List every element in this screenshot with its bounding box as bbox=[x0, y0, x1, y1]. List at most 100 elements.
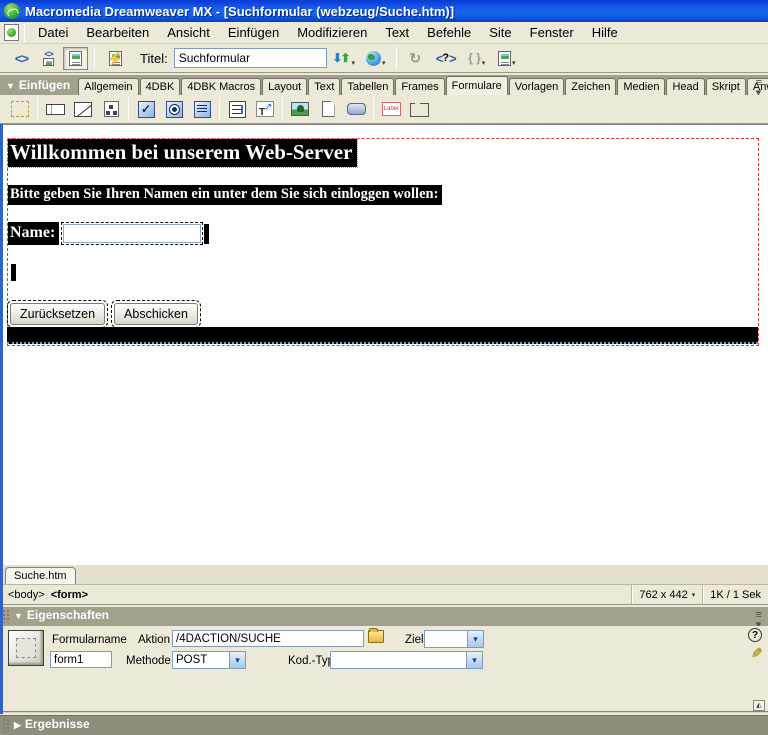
form-buttons-row: Zurücksetzen Abschicken bbox=[10, 303, 207, 325]
fieldset-icon[interactable] bbox=[407, 97, 431, 121]
reset-button[interactable]: Zurücksetzen bbox=[10, 303, 105, 325]
tab-vorlagen[interactable]: Vorlagen bbox=[509, 78, 564, 95]
status-bar: <body> <form> 762 x 442▾ 1K / 1 Sek bbox=[0, 585, 768, 605]
tab-head[interactable]: Head bbox=[666, 78, 704, 95]
tag-selector: <body> <form> bbox=[0, 589, 88, 601]
action-label: Aktion bbox=[138, 634, 170, 646]
view-options-icon[interactable]: ▾ bbox=[492, 47, 522, 70]
selected-empty-line-mark bbox=[11, 264, 16, 281]
split-view-icon[interactable]: <> bbox=[36, 47, 61, 70]
insert-tools-row bbox=[0, 95, 768, 124]
live-data-view-icon[interactable]: ⚡ bbox=[101, 47, 129, 70]
tab-4dbk-macros[interactable]: 4DBK Macros bbox=[181, 78, 261, 95]
enctype-select[interactable] bbox=[330, 651, 483, 669]
checkbox-icon[interactable] bbox=[134, 97, 158, 121]
menu-einfuegen[interactable]: Einfügen bbox=[219, 23, 288, 42]
jump-menu-icon[interactable] bbox=[225, 97, 249, 121]
code-view-icon[interactable]: <> bbox=[9, 47, 34, 70]
tab-formulare[interactable]: Formulare bbox=[446, 76, 508, 95]
code-navigation-icon[interactable]: { }▾ bbox=[464, 47, 490, 70]
menu-text[interactable]: Text bbox=[376, 23, 418, 42]
properties-panel-title[interactable]: ▼Eigenschaften bbox=[14, 608, 109, 622]
insert-panel-title[interactable]: ▼Einfügen bbox=[6, 78, 70, 92]
properties-panel-body: Formularname Aktion Ziel Methode POST Ko… bbox=[0, 626, 768, 699]
target-select[interactable] bbox=[424, 630, 484, 648]
window-size-selector[interactable]: 762 x 442▾ bbox=[631, 585, 702, 604]
document-toolbar: <> <> ⚡ Titel: ⬇⬆▾ ▾ ↻ <?> { }▾ ▾ bbox=[0, 44, 768, 73]
tab-layout[interactable]: Layout bbox=[262, 78, 307, 95]
tab-skript[interactable]: Skript bbox=[706, 78, 746, 95]
refresh-icon[interactable]: ↻ bbox=[403, 47, 428, 70]
results-panel-title[interactable]: ▶Ergebnisse bbox=[14, 717, 90, 731]
reference-icon[interactable]: <?> bbox=[430, 47, 462, 70]
tab-text[interactable]: Text bbox=[308, 78, 340, 95]
panel-gripper[interactable] bbox=[2, 718, 10, 732]
menu-ansicht[interactable]: Ansicht bbox=[158, 23, 219, 42]
file-management-icon[interactable]: ⬇⬆▾ bbox=[328, 47, 360, 70]
preview-in-browser-icon[interactable]: ▾ bbox=[362, 47, 390, 70]
menu-hilfe[interactable]: Hilfe bbox=[583, 23, 627, 42]
label-icon[interactable] bbox=[379, 97, 403, 121]
image-field-icon[interactable] bbox=[288, 97, 312, 121]
collapse-arrow-icon: ▼ bbox=[6, 81, 15, 91]
tab-medien[interactable]: Medien bbox=[617, 78, 665, 95]
tab-frames[interactable]: Frames bbox=[395, 78, 444, 95]
generic-button-icon[interactable] bbox=[344, 97, 368, 121]
submit-button[interactable]: Abschicken bbox=[114, 303, 198, 325]
selected-paragraph-bar bbox=[7, 327, 758, 344]
menu-separator bbox=[24, 24, 25, 42]
menu-site[interactable]: Site bbox=[480, 23, 520, 42]
file-field-icon[interactable] bbox=[253, 97, 277, 121]
collapse-arrow-icon: ▼ bbox=[14, 611, 23, 621]
tab-tabellen[interactable]: Tabellen bbox=[341, 78, 394, 95]
panel-gripper[interactable] bbox=[2, 609, 10, 623]
menu-befehle[interactable]: Befehle bbox=[418, 23, 480, 42]
browse-folder-icon[interactable] bbox=[368, 630, 384, 643]
file-button-icon[interactable] bbox=[316, 97, 340, 121]
tag-body[interactable]: <body> bbox=[8, 589, 45, 601]
expand-arrow-icon: ▶ bbox=[14, 720, 21, 730]
method-label: Methode bbox=[126, 655, 171, 667]
tool-separator bbox=[373, 97, 374, 121]
properties-panel-footer: ◭ bbox=[0, 699, 768, 713]
help-icon[interactable]: ? bbox=[748, 628, 762, 642]
text-field-icon[interactable] bbox=[43, 97, 67, 121]
selection-mark bbox=[204, 224, 209, 244]
properties-panel-header: ▼Eigenschaften ≡▾ bbox=[0, 607, 768, 626]
tool-separator bbox=[282, 97, 283, 121]
tab-zeichen[interactable]: Zeichen bbox=[565, 78, 616, 95]
panel-expander-icon[interactable]: ◭ bbox=[753, 700, 765, 711]
textarea-icon[interactable] bbox=[71, 97, 95, 121]
name-field-row: Name: bbox=[8, 222, 209, 245]
design-view-canvas[interactable]: Willkommen bei unserem Web-Server Bitte … bbox=[0, 124, 768, 565]
intro-text-selected: Bitte geben Sie Ihren Namen ein unter de… bbox=[8, 185, 442, 205]
document-title-input[interactable] bbox=[174, 48, 327, 68]
quick-tag-edit-icon[interactable]: ✎ bbox=[751, 645, 763, 662]
menu-datei[interactable]: Datei bbox=[29, 23, 77, 42]
document-tab-row: Suche.htm bbox=[0, 565, 768, 585]
form-name-input[interactable] bbox=[50, 651, 112, 668]
form-icon[interactable] bbox=[8, 97, 32, 121]
hidden-field-icon[interactable] bbox=[99, 97, 123, 121]
menu-bearbeiten[interactable]: Bearbeiten bbox=[77, 23, 158, 42]
form-element-icon bbox=[8, 630, 44, 666]
document-icon bbox=[4, 24, 19, 41]
file-tab-suche[interactable]: Suche.htm bbox=[5, 567, 76, 584]
toolbar-separator bbox=[94, 47, 95, 69]
action-input[interactable] bbox=[172, 630, 364, 647]
menu-fenster[interactable]: Fenster bbox=[521, 23, 583, 42]
menu-modifizieren[interactable]: Modifizieren bbox=[288, 23, 376, 42]
tool-separator bbox=[219, 97, 220, 121]
tag-form[interactable]: <form> bbox=[51, 589, 88, 601]
tool-separator bbox=[128, 97, 129, 121]
insert-tab-strip: Allgemein 4DBK 4DBK Macros Layout Text T… bbox=[78, 75, 768, 95]
design-view-icon[interactable] bbox=[63, 47, 88, 70]
list-menu-icon[interactable] bbox=[190, 97, 214, 121]
method-select[interactable]: POST bbox=[172, 651, 246, 669]
window-edge bbox=[0, 124, 3, 714]
tab-4dbk[interactable]: 4DBK bbox=[140, 78, 181, 95]
name-text-field[interactable] bbox=[63, 224, 201, 243]
radio-button-icon[interactable] bbox=[162, 97, 186, 121]
status-right-group: 762 x 442▾ 1K / 1 Sek bbox=[631, 585, 768, 604]
tab-allgemein[interactable]: Allgemein bbox=[78, 78, 138, 95]
